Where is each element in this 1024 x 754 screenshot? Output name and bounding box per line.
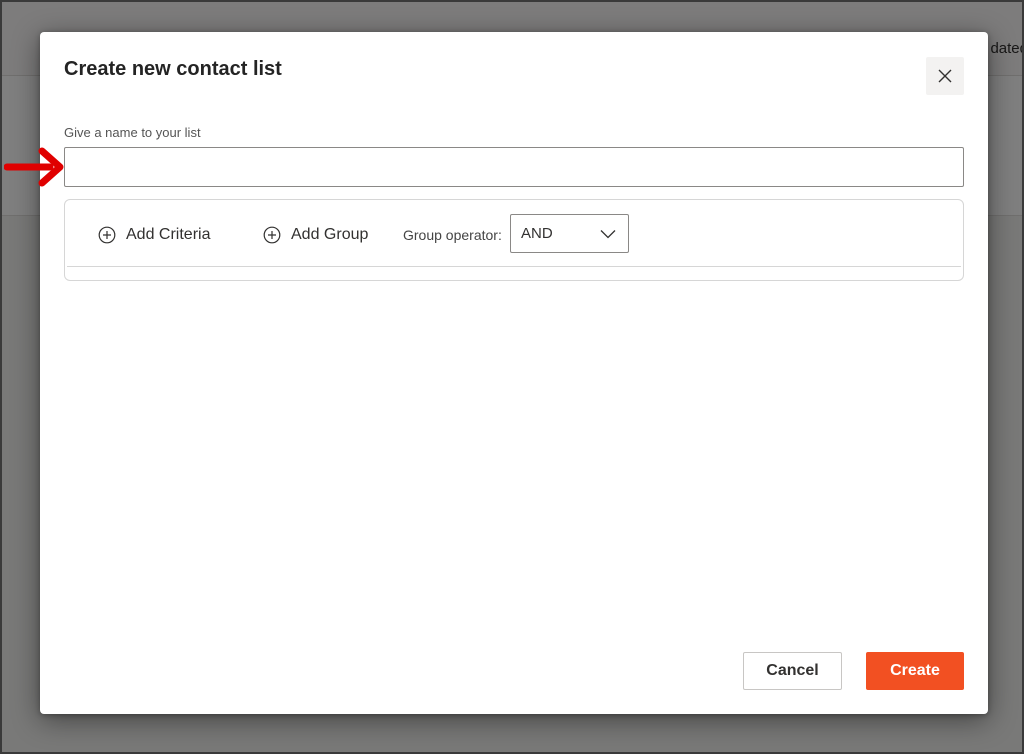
criteria-divider (67, 266, 961, 267)
cancel-button[interactable]: Cancel (743, 652, 842, 690)
create-button[interactable]: Create (866, 652, 964, 690)
add-criteria-button[interactable]: Add Criteria (98, 222, 210, 248)
create-contact-list-dialog: Create new contact list Give a name to y… (40, 32, 988, 714)
plus-circle-icon (263, 226, 281, 244)
add-group-button[interactable]: Add Group (263, 222, 368, 248)
criteria-builder: Add Criteria Add Group Group operator: A… (64, 199, 964, 281)
close-button[interactable] (926, 57, 964, 95)
group-operator-dropdown[interactable]: AND (510, 214, 629, 253)
list-name-label: Give a name to your list (64, 125, 201, 140)
list-name-input[interactable] (64, 147, 964, 187)
group-operator-label: Group operator: (403, 227, 502, 243)
red-arrow-icon (4, 147, 64, 187)
plus-circle-icon (98, 226, 116, 244)
chevron-down-icon (600, 229, 616, 238)
add-group-label: Add Group (291, 226, 369, 243)
group-operator-value: AND (521, 225, 553, 242)
close-icon (938, 69, 952, 83)
screen-frame: dated Create new contact list Give a nam… (0, 0, 1024, 754)
dialog-title: Create new contact list (64, 58, 282, 80)
add-criteria-label: Add Criteria (126, 226, 211, 243)
